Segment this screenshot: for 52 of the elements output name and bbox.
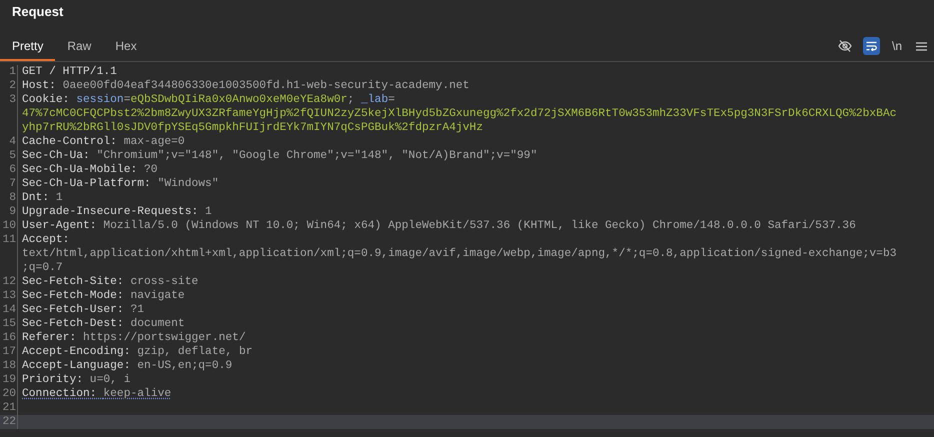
- code-line: GET / HTTP/1.1: [21, 65, 117, 79]
- line-number: 21: [2, 402, 16, 414]
- code-line: Connection: keep-alive: [21, 387, 172, 401]
- line-number: 17: [2, 346, 16, 358]
- line-number: 9: [9, 206, 16, 218]
- line-number: 19: [2, 374, 16, 386]
- code-line: Sec-Fetch-Mode: navigate: [21, 289, 185, 303]
- line-number: 4: [9, 136, 16, 148]
- code-line: Sec-Ch-Ua-Mobile: ?0: [21, 163, 158, 177]
- panel-title: Request: [12, 3, 64, 22]
- line-number: 10: [2, 220, 16, 232]
- view-tab[interactable]: Pretty: [0, 33, 56, 61]
- line-number: 14: [2, 304, 16, 316]
- code-line: 47%7cMC0CFQCPbst2%2bm8ZwyUX3ZRfameYgHjp%2fQIUN2zyZ5kejXlBHyd5bZGxunegg%2fx2d72jSXM6B6RtT0w353mhZ33VFsTEx5pg3N3FSrDk6CRXLQG%2bxBAc: [21, 107, 897, 121]
- line-number: 6: [9, 164, 16, 176]
- line-number: 2: [9, 80, 16, 92]
- line-number: 5: [9, 150, 16, 162]
- line-number: 16: [2, 332, 16, 344]
- line-number: 13: [2, 290, 16, 302]
- code-line: Sec-Fetch-User: ?1: [21, 303, 144, 317]
- code-line: Priority: u=0, i: [21, 373, 130, 387]
- code-line: Accept-Language: en-US,en;q=0.9: [21, 359, 232, 373]
- code-line: Cookie: session=eQbSDwbQIiRa0x0Anwo0xeM0eYEa8w0r; _lab=: [21, 93, 395, 107]
- code-line: Upgrade-Insecure-Requests: 1: [21, 205, 212, 219]
- line-number: 11: [2, 234, 16, 246]
- line-number: 8: [9, 192, 16, 204]
- wrap-icon[interactable]: [862, 37, 880, 55]
- code-line: User-Agent: Mozilla/5.0 (Windows NT 10.0; Win64; x64) AppleWebKit/537.36 (KHTML, like Gecko) Chrome/148.0.0.0 Safari/537.36: [21, 219, 856, 233]
- line-number: 7: [9, 178, 16, 190]
- code-line: Accept-Encoding: gzip, deflate, br: [21, 345, 252, 359]
- code-line: ;q=0.7: [21, 261, 63, 275]
- line-number: 18: [2, 360, 16, 372]
- code-line: Dnt: 1: [21, 191, 63, 205]
- line-number: 15: [2, 318, 16, 330]
- code-line: Cache-Control: max-age=0: [21, 135, 185, 149]
- code-line: Sec-Ch-Ua-Platform: "Windows": [21, 177, 219, 191]
- line-number: 12: [2, 276, 16, 288]
- code-line: Sec-Fetch-Site: cross-site: [21, 275, 198, 289]
- line-number: 20: [2, 388, 16, 400]
- line-number: 3: [9, 94, 16, 106]
- line-number: 1: [9, 66, 16, 78]
- code-line: Sec-Ch-Ua: "Chromium";v="148", "Google Chrome";v="148", "Not/A)Brand";v="99": [21, 149, 538, 163]
- code-line: Accept:: [21, 233, 70, 247]
- view-tab[interactable]: Raw: [55, 33, 104, 61]
- code-line: yhp7rRU%2bRGll0sJDV0fpYSEq5GmpkhFUIjrdEYk7mIYN7qCsPGBuk%2fdpzrA4jvHz: [21, 121, 483, 135]
- newline-toggle[interactable]: \n: [888, 37, 905, 55]
- code-line: Sec-Fetch-Dest: document: [21, 317, 185, 331]
- view-tab[interactable]: Hex: [103, 33, 149, 61]
- code-line: Referer: https://portswigger.net/: [21, 331, 246, 345]
- line-number: 22: [2, 416, 16, 428]
- code-line: Host: 0aee00fd04eaf344806330e1003500fd.h1-web-security-academy.net: [21, 79, 470, 93]
- code-line: text/html,application/xhtml+xml,application/xml;q=0.9,image/avif,image/webp,image/apng,*/*;q=0.8,application/signed-exchange;v=b3: [21, 247, 897, 261]
